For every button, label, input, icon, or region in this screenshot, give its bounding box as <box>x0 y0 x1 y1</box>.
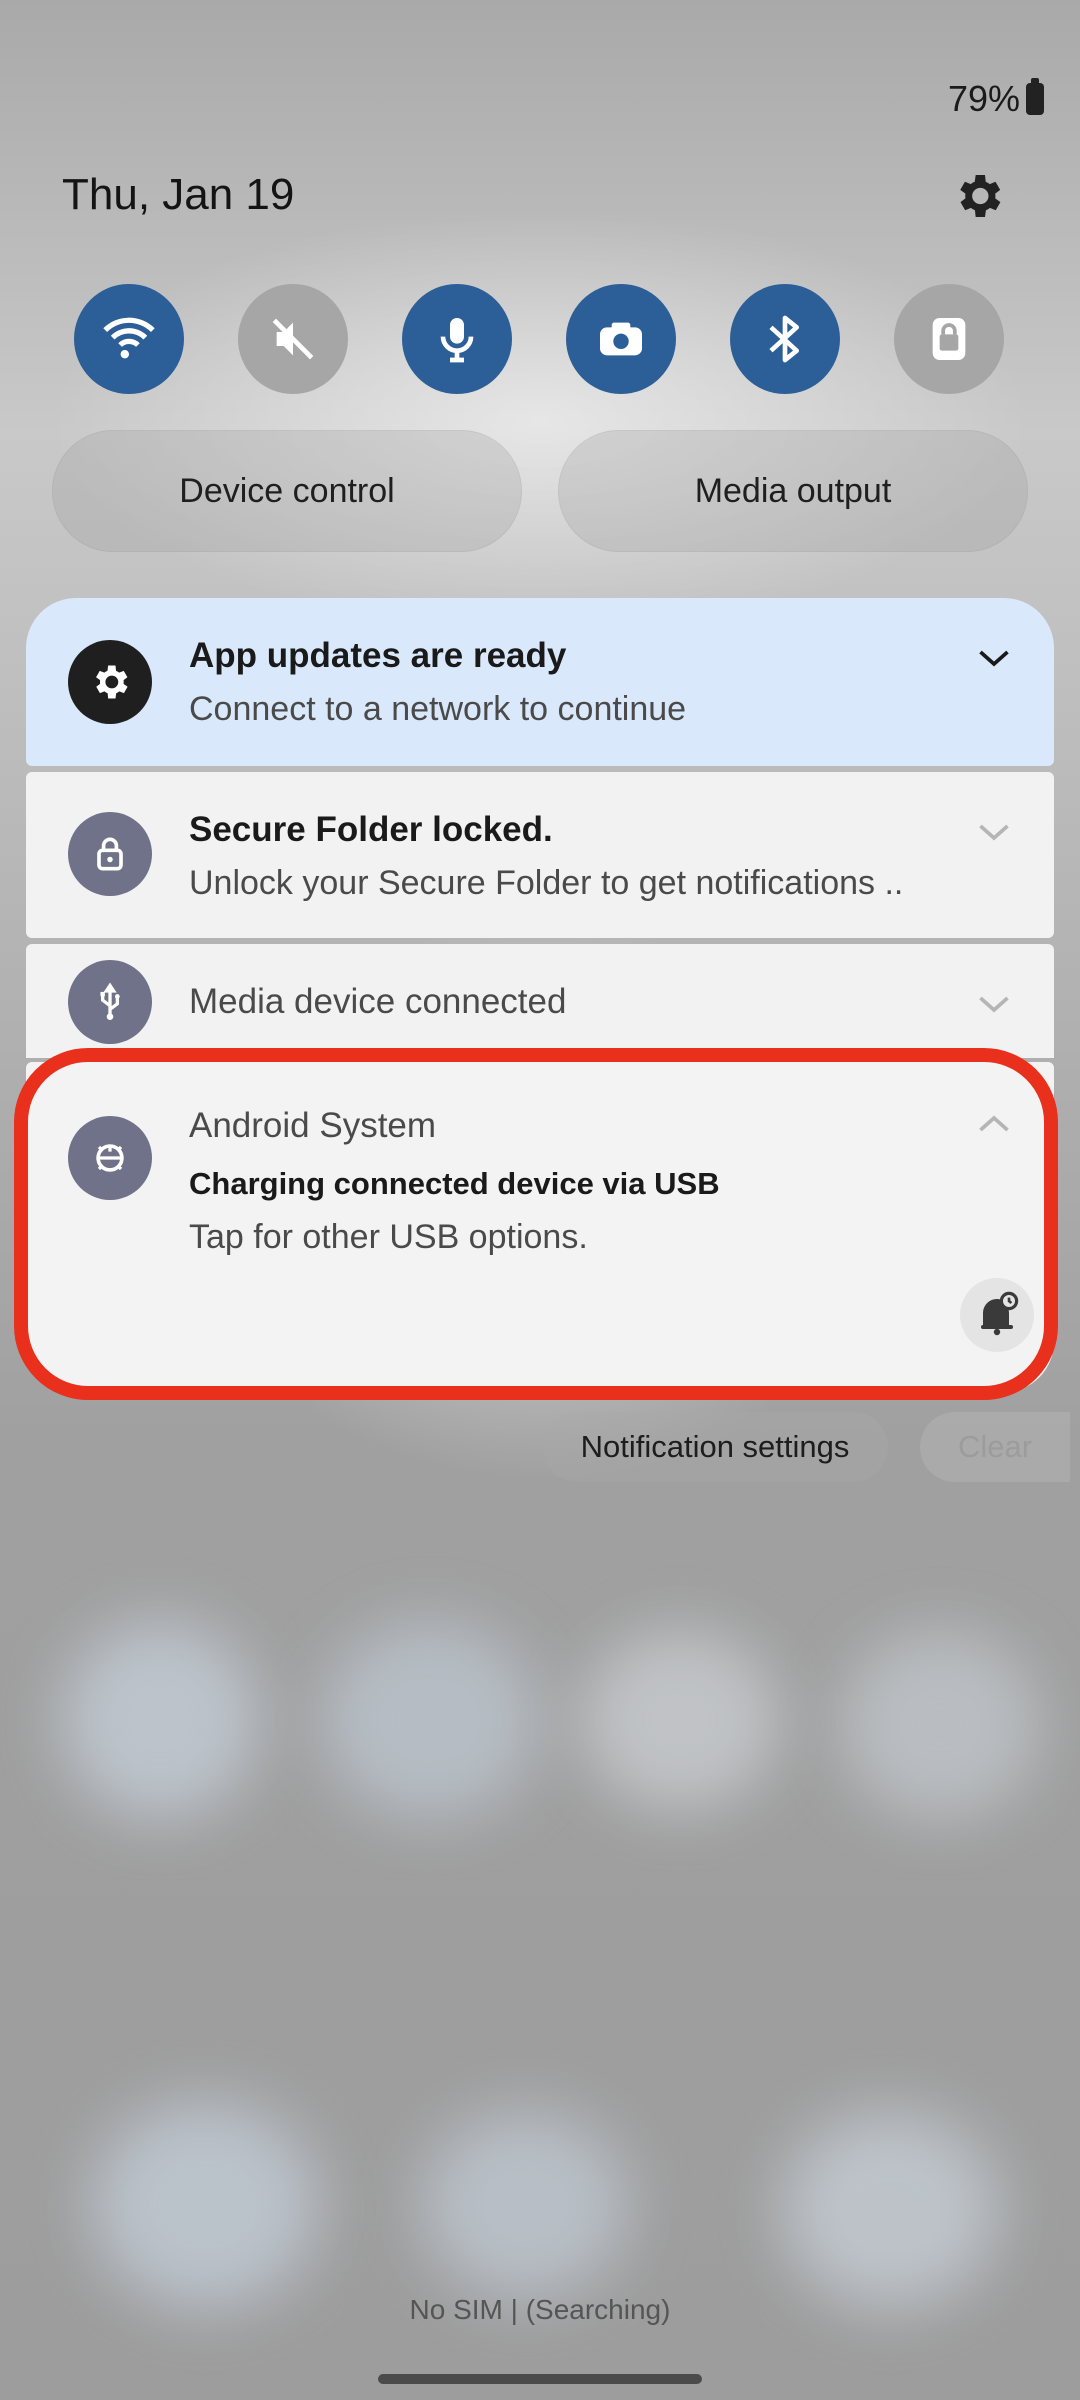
battery-icon <box>1026 78 1044 115</box>
battery-percentage: 79% <box>947 78 1020 119</box>
microphone-toggle[interactable] <box>402 284 512 394</box>
date-label: Thu, Jan 19 <box>62 170 295 219</box>
notification-title: App updates are ready <box>189 636 567 675</box>
device-control-button[interactable]: Device control <box>52 430 522 552</box>
notification-app-updates[interactable]: App updates are ready Connect to a netwo… <box>26 598 1054 766</box>
notification-text: Unlock your Secure Folder to get notific… <box>189 864 904 902</box>
chevron-down-icon[interactable] <box>976 820 1012 844</box>
usb-icon <box>68 960 152 1044</box>
chevron-down-icon[interactable] <box>976 646 1012 670</box>
clear-button[interactable]: Clear <box>920 1412 1070 1482</box>
highlight-annotation-box <box>14 1048 1058 1400</box>
gear-icon <box>68 640 152 724</box>
notification-title: Media device connected <box>189 982 567 1021</box>
notification-text: Connect to a network to continue <box>189 690 687 728</box>
media-output-button[interactable]: Media output <box>558 430 1028 552</box>
status-bar: 79% <box>948 78 1044 120</box>
mute-icon <box>272 318 314 360</box>
sound-toggle[interactable] <box>238 284 348 394</box>
bluetooth-toggle[interactable] <box>730 284 840 394</box>
lock-toggle[interactable] <box>894 284 1004 394</box>
notification-settings-button[interactable]: Notification settings <box>542 1412 888 1482</box>
microphone-icon <box>440 318 474 363</box>
notification-media-device[interactable]: Media device connected <box>26 944 1054 1058</box>
chevron-down-icon[interactable] <box>976 992 1012 1016</box>
notification-secure-folder[interactable]: Secure Folder locked. Unlock your Secure… <box>26 772 1054 938</box>
lock-icon <box>68 812 152 896</box>
quick-toggles-row <box>74 284 1004 394</box>
wifi-icon <box>103 317 155 359</box>
wifi-toggle[interactable] <box>74 284 184 394</box>
camera-toggle[interactable] <box>566 284 676 394</box>
bluetooth-icon <box>769 315 799 363</box>
camera-icon <box>600 322 642 356</box>
navigation-handle[interactable] <box>378 2374 702 2384</box>
settings-gear-icon[interactable] <box>950 168 1006 224</box>
carrier-status: No SIM | (Searching) <box>409 2294 671 2325</box>
notification-title: Secure Folder locked. <box>189 810 553 849</box>
lock-icon <box>932 318 966 360</box>
